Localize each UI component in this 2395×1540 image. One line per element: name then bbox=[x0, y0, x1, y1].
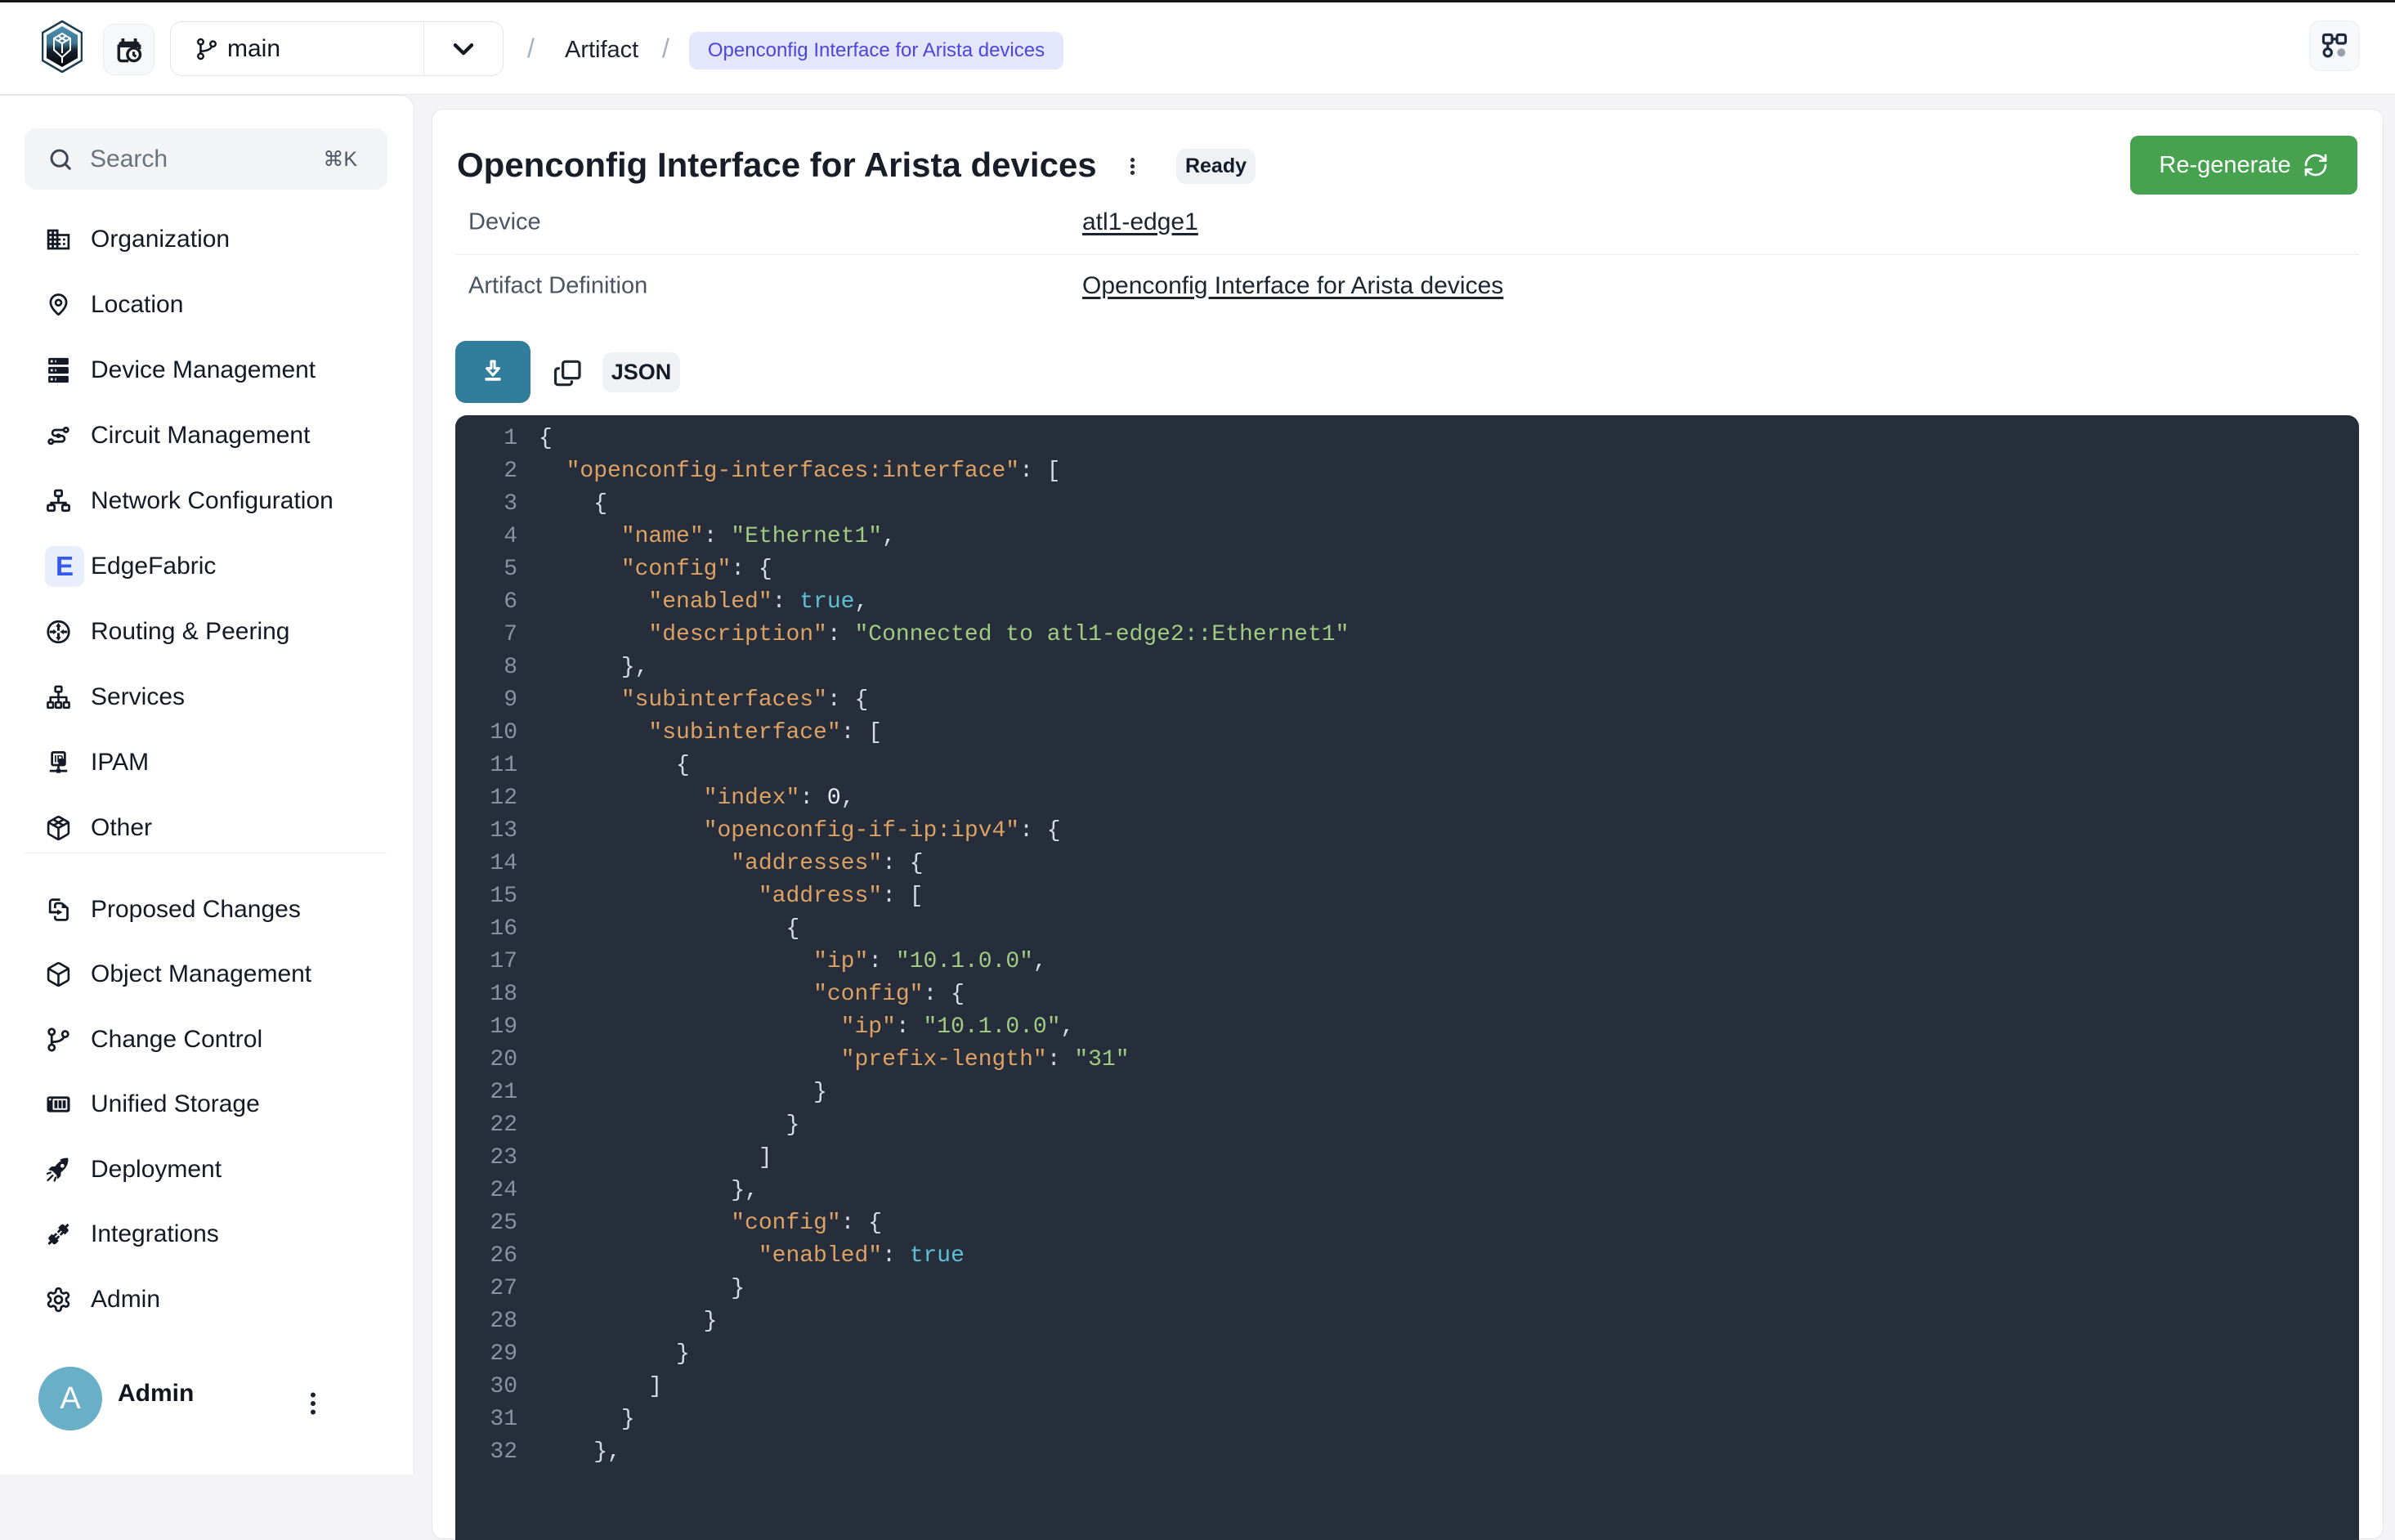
svg-text:IP: IP bbox=[54, 753, 63, 764]
